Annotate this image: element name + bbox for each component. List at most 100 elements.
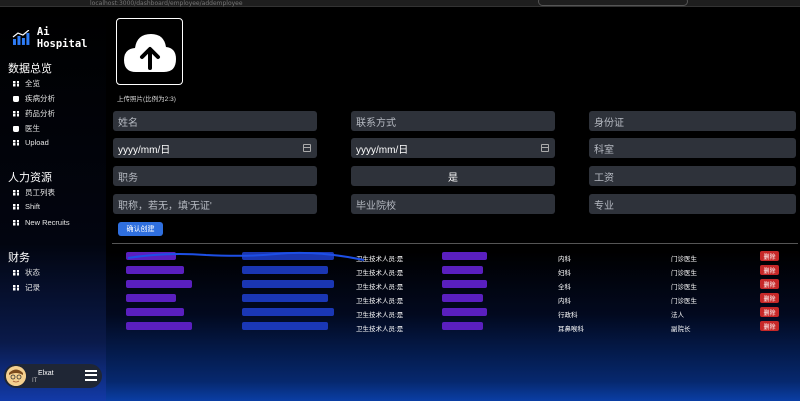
sidebar-item-label: 药品分析	[25, 109, 55, 118]
role: 法人	[671, 312, 684, 319]
url-text[interactable]: localhost:3000/dashboard/employee/addemp…	[90, 0, 243, 7]
sidebar-item-label: 记录	[25, 283, 40, 292]
redacted-name	[126, 266, 184, 274]
grid-icon	[13, 139, 19, 146]
staff-category: 卫生技术人员:是	[356, 270, 404, 277]
calendar-icon[interactable]	[541, 144, 549, 152]
is-medical-staff-select[interactable]: 是	[351, 166, 555, 186]
sidebar-item-new-recruits[interactable]: New Recruits	[13, 218, 70, 227]
table-row: 卫生技术人员:是 耳鼻喉科 副院长 删除	[106, 321, 800, 334]
sidebar-item-label: 状态	[25, 268, 40, 277]
sidebar-item-label: 疾病分析	[25, 94, 55, 103]
divider	[112, 243, 798, 244]
contact-input[interactable]: 联系方式	[351, 111, 555, 131]
bag-icon	[13, 125, 19, 132]
sidebar-item-doctors[interactable]: 医生	[13, 123, 40, 134]
staff-category: 卫生技术人员:是	[356, 326, 404, 333]
delete-button[interactable]: 删除	[760, 321, 779, 331]
redacted-id	[242, 280, 334, 288]
user-card[interactable]: Elxat IT	[4, 364, 102, 388]
sidebar-item-shift[interactable]: Shift	[13, 202, 40, 211]
section-finance: 财务	[8, 252, 30, 264]
bag-icon	[13, 95, 19, 102]
grid-icon	[13, 203, 19, 210]
table-row: 卫生技术人员:是 内科 门诊医生 删除	[106, 293, 800, 306]
sidebar-item-disease-analysis[interactable]: 疾病分析	[13, 93, 55, 104]
sidebar-item-label: 员工列表	[25, 188, 55, 197]
upload-label: 上传照片(比例为2:3)	[117, 96, 176, 103]
department: 全科	[558, 284, 571, 291]
redacted-name	[126, 308, 184, 316]
avatar[interactable]	[6, 366, 26, 386]
calendar-icon[interactable]	[303, 144, 311, 152]
role: 门诊医生	[671, 270, 697, 277]
sidebar-item-drug-analysis[interactable]: 药品分析	[13, 108, 55, 119]
grid-icon	[13, 80, 19, 87]
redacted-phone	[442, 322, 483, 330]
delete-button[interactable]: 删除	[760, 307, 779, 317]
hamburger-menu-icon[interactable]	[85, 370, 97, 381]
redacted-id	[242, 308, 334, 316]
section-overview: 数据总览	[8, 63, 52, 75]
cloud-upload-icon	[123, 33, 176, 72]
major-input[interactable]: 专业	[589, 194, 796, 214]
user-name: Elxat	[38, 369, 54, 377]
staff-category: 卫生技术人员:是	[356, 298, 404, 305]
sidebar-item-label: 医生	[25, 124, 40, 133]
redacted-phone	[442, 280, 487, 288]
name-input[interactable]: 姓名	[113, 111, 317, 131]
sidebar-item-label: Shift	[25, 202, 41, 211]
table-row: 卫生技术人员:是 行政科 法人 删除	[106, 307, 800, 320]
redacted-phone	[442, 252, 487, 260]
redacted-name	[126, 294, 176, 302]
redacted-id	[242, 266, 328, 274]
photo-upload-button[interactable]	[116, 18, 183, 85]
school-input[interactable]: 毕业院校	[351, 194, 555, 214]
sidebar: Ai Hospital 数据总览 全览 疾病分析 药品分析 医生 Upload …	[0, 8, 106, 401]
sidebar-item-status[interactable]: 状态	[13, 267, 40, 278]
date-value: yyyy/mm/日	[118, 144, 171, 156]
search-box[interactable]	[538, 0, 688, 6]
sidebar-item-records[interactable]: 记录	[13, 282, 40, 293]
redacted-id	[242, 322, 328, 330]
app-title: Ai Hospital	[36, 26, 88, 50]
redacted-phone	[442, 308, 487, 316]
title-input[interactable]: 职称，若无，填'无证'	[113, 194, 317, 214]
sidebar-item-label: Upload	[25, 138, 49, 147]
redacted-phone	[442, 266, 483, 274]
sidebar-item-employee-list[interactable]: 员工列表	[13, 187, 55, 198]
brand[interactable]: Ai Hospital	[12, 26, 106, 50]
sidebar-item-upload[interactable]: Upload	[13, 138, 49, 147]
sidebar-item-overview-all[interactable]: 全览	[13, 78, 40, 89]
table-row: 卫生技术人员:是 全科 门诊医生 删除	[106, 279, 800, 292]
delete-button[interactable]: 删除	[760, 265, 779, 275]
redaction-scribble	[127, 251, 365, 261]
sidebar-item-label: 全览	[25, 79, 40, 88]
id-number-input[interactable]: 身份证	[589, 111, 796, 131]
department: 耳鼻喉科	[558, 326, 584, 333]
redacted-id	[242, 294, 328, 302]
delete-button[interactable]: 删除	[760, 279, 779, 289]
staff-category: 卫生技术人员:是	[356, 312, 404, 319]
main-content: 上传照片(比例为2:3) 姓名 联系方式 身份证 yyyy/mm/日 yyyy/…	[106, 8, 800, 401]
department: 妇科	[558, 270, 571, 277]
grid-icon	[13, 219, 19, 226]
section-hr: 人力资源	[8, 172, 52, 184]
salary-input[interactable]: 工资	[589, 166, 796, 186]
user-role: IT	[32, 377, 38, 384]
hire-date-input[interactable]: yyyy/mm/日	[351, 138, 555, 158]
role: 门诊医生	[671, 256, 697, 263]
delete-button[interactable]: 删除	[760, 251, 779, 261]
role: 门诊医生	[671, 298, 697, 305]
department-input[interactable]: 科室	[589, 138, 796, 158]
grid-icon	[13, 189, 19, 196]
chart-logo-icon	[12, 30, 30, 45]
date-value: yyyy/mm/日	[356, 144, 409, 156]
delete-button[interactable]: 删除	[760, 293, 779, 303]
position-input[interactable]: 职务	[113, 166, 317, 186]
role: 副院长	[671, 326, 691, 333]
confirm-create-button[interactable]: 确认创建	[118, 222, 163, 236]
department: 内科	[558, 256, 571, 263]
birth-date-input[interactable]: yyyy/mm/日	[113, 138, 317, 158]
grid-icon	[13, 269, 19, 276]
